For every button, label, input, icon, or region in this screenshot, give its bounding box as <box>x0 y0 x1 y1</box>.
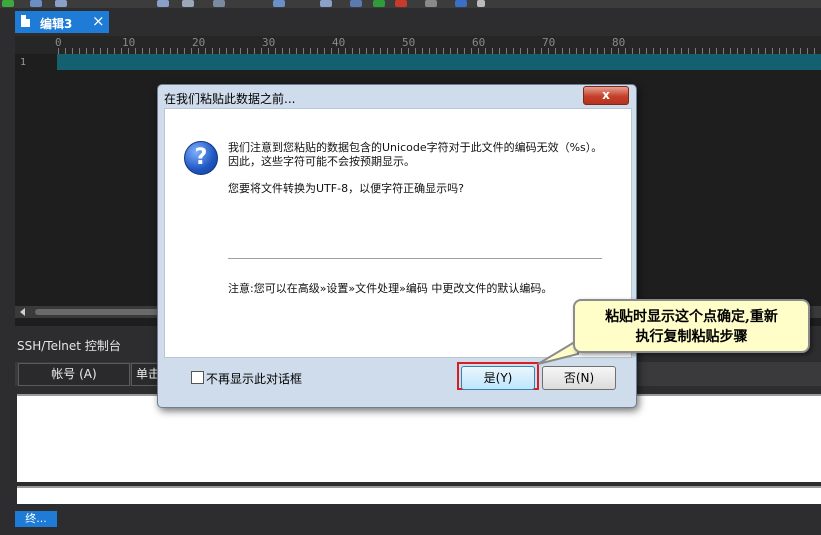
tab-edit3[interactable]: 编辑3 × <box>15 11 109 33</box>
dialog-note: 注意:您可以在高级»设置»文件处理»编码 中更改文件的默认编码。 <box>228 282 553 295</box>
ruler-mark: 70 <box>542 36 556 49</box>
toolbar-stop-icon[interactable] <box>395 0 407 7</box>
column-ruler: 0 10 20 30 40 50 60 70 80 <box>15 36 821 54</box>
toolbar-overflow-icon[interactable] <box>477 0 485 7</box>
column-header-account[interactable]: 帐号 (A) <box>18 363 130 386</box>
question-icon: ? <box>184 141 218 175</box>
toolbar-search-icon[interactable] <box>30 0 42 7</box>
toolbar-window-icon[interactable] <box>157 0 169 7</box>
ruler-mark: 20 <box>192 36 206 49</box>
toolbar-new-icon[interactable] <box>2 0 14 7</box>
yes-button[interactable]: 是(Y) <box>461 366 535 390</box>
ruler-mark: 0 <box>55 36 62 49</box>
ruler-mark: 80 <box>612 36 626 49</box>
dialog-close-button[interactable]: x <box>583 86 629 105</box>
terminal-button[interactable]: 终... <box>15 511 57 527</box>
toolbar-list-icon[interactable] <box>320 0 332 7</box>
line-number: 1 <box>20 57 27 68</box>
dialog-separator <box>228 258 602 259</box>
dont-show-label[interactable]: 不再显示此对话框 <box>206 370 302 387</box>
ruler-mark: 60 <box>472 36 486 49</box>
toolbar-open-icon[interactable] <box>55 0 67 7</box>
toolbar-run-icon[interactable] <box>373 0 385 7</box>
dialog-question: 您要将文件转换为UTF-8，以便字符正确显示吗? <box>228 182 464 195</box>
dont-show-checkbox[interactable] <box>191 371 204 384</box>
ssh-panel-title: SSH/Telnet 控制台 <box>17 339 121 353</box>
toolbar-settings-icon[interactable] <box>425 0 437 7</box>
dialog-title: 在我们粘贴此数据之前... <box>164 92 296 106</box>
toolbar-tile-icon[interactable] <box>182 0 194 7</box>
ruler-mark: 40 <box>332 36 346 49</box>
toolbar-compare-icon[interactable] <box>273 0 285 7</box>
dialog-message: 我们注意到您粘贴的数据包含的Unicode字符对于此文件的编码无效（%s）。因此… <box>228 141 603 168</box>
ssh-command-input[interactable] <box>17 486 821 504</box>
scrollbar-thumb[interactable] <box>35 309 175 315</box>
document-icon <box>21 15 30 27</box>
current-line-highlight[interactable] <box>57 54 821 70</box>
tab-label: 编辑3 <box>40 17 73 31</box>
tab-close-icon[interactable]: × <box>92 12 105 30</box>
callout-line2: 执行复制粘贴步骤 <box>635 329 748 345</box>
left-gutter <box>0 36 12 326</box>
tab-strip <box>0 8 821 36</box>
ruler-mark: 10 <box>122 36 136 49</box>
annotation-callout: 粘贴时显示这个点确定,重新 执行复制粘贴步骤 <box>573 299 810 353</box>
ruler-mark: 30 <box>262 36 276 49</box>
ruler-mark: 50 <box>402 36 416 49</box>
toolbar-columns-icon[interactable] <box>213 0 225 7</box>
callout-line1: 粘贴时显示这个点确定,重新 <box>605 309 778 325</box>
toolbar-help-icon[interactable] <box>455 0 467 7</box>
toolbar-macro-icon[interactable] <box>350 0 362 7</box>
main-toolbar <box>0 0 821 8</box>
scroll-left-icon[interactable] <box>20 308 25 316</box>
